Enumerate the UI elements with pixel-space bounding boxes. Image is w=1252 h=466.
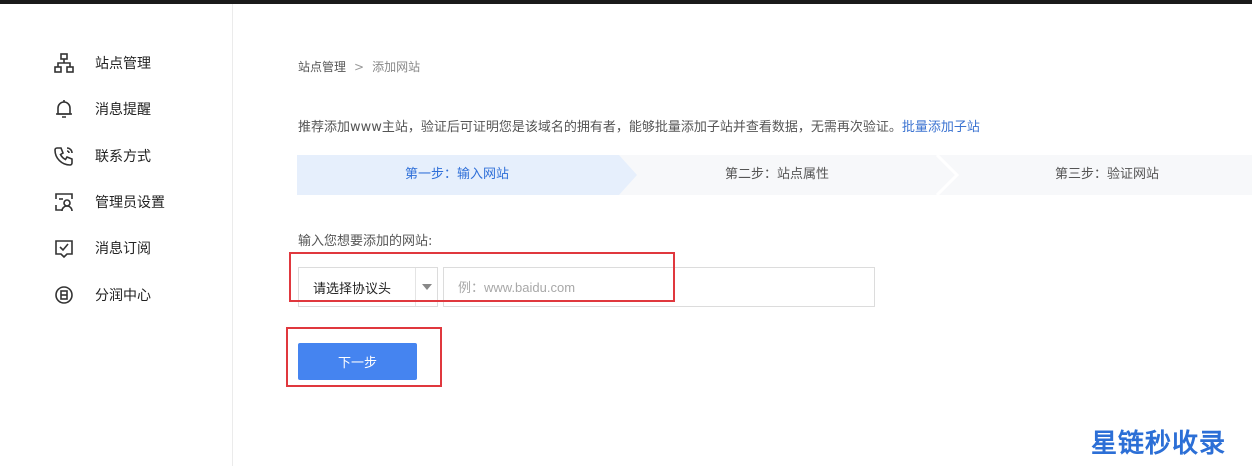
sidebar-item-label: 站点管理: [95, 56, 151, 72]
sidebar-item-label: 分润中心: [95, 288, 151, 304]
breadcrumb: 站点管理 > 添加网站: [298, 58, 420, 75]
watermark-logo: 星链秒收录: [1090, 429, 1226, 459]
bell-icon: [52, 97, 76, 121]
step-divider-arrow: [935, 155, 959, 195]
sitemap-icon: [52, 51, 76, 75]
tip-message: 推荐添加www主站，验证后可证明您是该域名的拥有者，能够批量添加子站并查看数据，…: [298, 120, 902, 135]
step-2: 第二步：站点属性: [724, 167, 829, 182]
sidebar-item-label: 消息提醒: [95, 102, 151, 118]
protocol-select-value: 请选择协议头: [313, 281, 392, 297]
batch-add-subsite-link[interactable]: 批量添加子站: [902, 120, 980, 135]
sidebar-item-admin-settings[interactable]: 管理员设置: [52, 190, 165, 214]
next-step-button[interactable]: 下一步: [298, 343, 417, 380]
main-content: 站点管理 > 添加网站 推荐添加www主站，验证后可证明您是该域名的拥有者，能够…: [234, 4, 1252, 466]
admin-user-icon: [52, 190, 76, 214]
url-input[interactable]: [443, 267, 875, 307]
website-field-label: 输入您想要添加的网站:: [298, 234, 433, 249]
step-progress-bar: 第一步：输入网站 第二步：站点属性 第三步：验证网站: [297, 155, 1252, 195]
breadcrumb-separator: >: [354, 59, 365, 74]
sidebar-item-label: 管理员设置: [95, 195, 165, 211]
sidebar-item-subscription[interactable]: 消息订阅: [52, 236, 151, 260]
sidebar-item-notifications[interactable]: 消息提醒: [52, 97, 151, 121]
step-1: 第一步：输入网站: [404, 167, 509, 182]
sidebar-item-label: 消息订阅: [95, 241, 151, 257]
phone-icon: [52, 144, 76, 168]
sidebar-item-revenue[interactable]: 分润中心: [52, 283, 151, 307]
subscribe-check-icon: [52, 236, 76, 260]
breadcrumb-current: 添加网站: [372, 60, 421, 74]
breadcrumb-parent[interactable]: 站点管理: [298, 58, 346, 75]
protocol-select[interactable]: 请选择协议头: [298, 267, 438, 307]
sidebar-item-label: 联系方式: [95, 149, 151, 165]
sidebar-item-contact[interactable]: 联系方式: [52, 144, 151, 168]
sidebar-item-site-management[interactable]: 站点管理: [52, 51, 151, 75]
sidebar: 站点管理 消息提醒 联系方式 管理员设置 消息订阅 分润中心: [0, 4, 233, 466]
revenue-circle-icon: [52, 283, 76, 307]
step-3: 第三步：验证网站: [1054, 167, 1159, 182]
chevron-down-icon: [415, 268, 437, 306]
tip-text: 推荐添加www主站，验证后可证明您是该域名的拥有者，能够批量添加子站并查看数据，…: [298, 116, 980, 135]
